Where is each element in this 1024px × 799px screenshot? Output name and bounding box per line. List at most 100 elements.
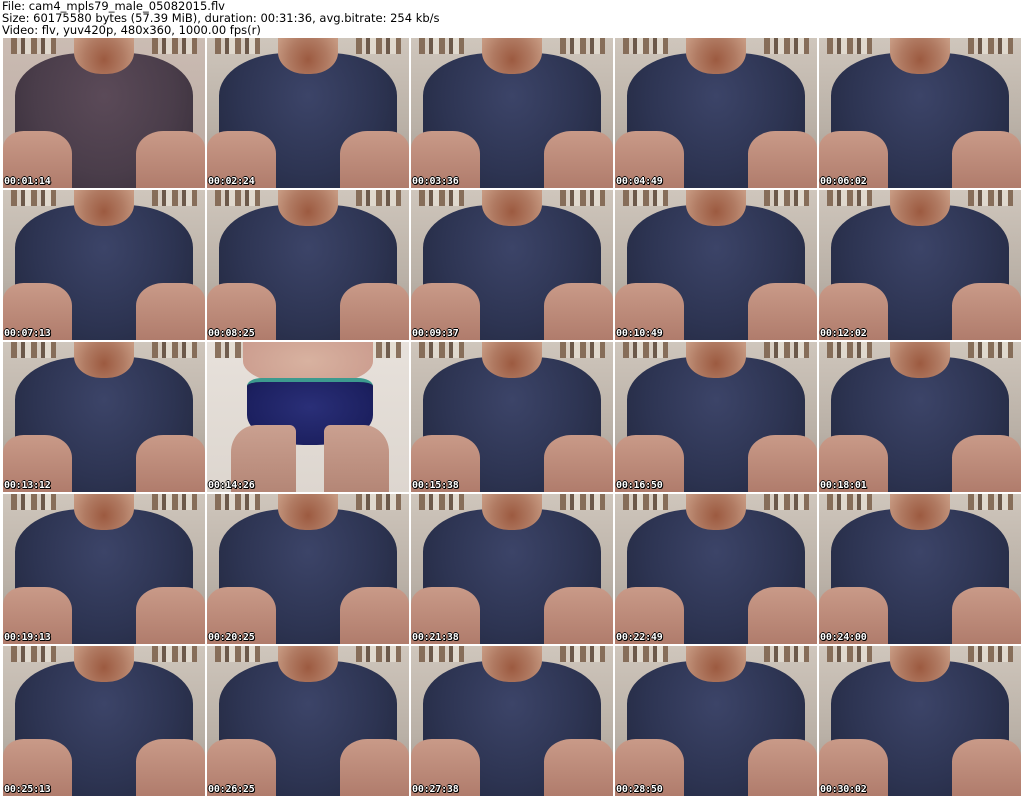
video-thumbnail: 00:25:13 <box>3 646 205 796</box>
person-arm <box>136 131 205 188</box>
shelf-decor <box>11 646 56 662</box>
shelf-decor <box>764 38 809 54</box>
shelf-decor <box>11 190 56 206</box>
timestamp-label: 00:19:13 <box>4 632 51 643</box>
person-arm <box>952 131 1021 188</box>
shelf-decor <box>356 38 401 54</box>
video-thumbnail: 00:06:02 <box>819 38 1021 188</box>
person-arm <box>748 283 817 340</box>
timestamp-label: 00:13:12 <box>4 480 51 491</box>
shelf-decor <box>419 38 464 54</box>
timestamp-label: 00:12:02 <box>820 328 867 339</box>
timestamp-label: 00:03:36 <box>412 176 459 187</box>
video-thumbnail: 00:12:02 <box>819 190 1021 340</box>
timestamp-label: 00:07:13 <box>4 328 51 339</box>
person-arm <box>748 739 817 796</box>
shelf-decor <box>11 494 56 510</box>
timestamp-label: 00:27:38 <box>412 784 459 795</box>
shelf-decor <box>764 494 809 510</box>
timestamp-label: 00:26:25 <box>208 784 255 795</box>
timestamp-label: 00:08:25 <box>208 328 255 339</box>
video-thumbnail: 00:18:01 <box>819 342 1021 492</box>
person-arm <box>952 587 1021 644</box>
shelf-decor <box>560 190 605 206</box>
shelf-decor <box>764 190 809 206</box>
shelf-decor <box>968 646 1013 662</box>
person-arm <box>136 435 205 492</box>
person-arm <box>544 131 613 188</box>
timestamp-label: 00:20:25 <box>208 632 255 643</box>
shelf-decor <box>560 342 605 358</box>
person-arm <box>544 283 613 340</box>
video-thumbnail: 00:09:37 <box>411 190 613 340</box>
timestamp-label: 00:24:00 <box>820 632 867 643</box>
timestamp-label: 00:22:49 <box>616 632 663 643</box>
person-arm <box>544 435 613 492</box>
shelf-decor <box>968 342 1013 358</box>
video-thumbnail: 00:20:25 <box>207 494 409 644</box>
shelf-decor <box>11 38 56 54</box>
shelf-decor <box>623 342 668 358</box>
shelf-decor <box>152 190 197 206</box>
person-arm <box>952 283 1021 340</box>
timestamp-label: 00:02:24 <box>208 176 255 187</box>
timestamp-label: 00:18:01 <box>820 480 867 491</box>
person-arm <box>136 587 205 644</box>
person-arm <box>340 587 409 644</box>
shelf-decor <box>356 190 401 206</box>
person-arm <box>952 739 1021 796</box>
shelf-decor <box>827 342 872 358</box>
video-thumbnail: 00:07:13 <box>3 190 205 340</box>
timestamp-label: 00:04:49 <box>616 176 663 187</box>
video-thumbnail: 00:22:49 <box>615 494 817 644</box>
shelf-decor <box>968 38 1013 54</box>
shelf-decor <box>152 38 197 54</box>
shelf-decor <box>827 190 872 206</box>
person-arm <box>748 131 817 188</box>
timestamp-label: 00:14:26 <box>208 480 255 491</box>
shelf-decor <box>419 646 464 662</box>
timestamp-label: 00:21:38 <box>412 632 459 643</box>
video-thumbnail: 00:13:12 <box>3 342 205 492</box>
shelf-decor <box>623 646 668 662</box>
person-arm <box>136 283 205 340</box>
timestamp-label: 00:25:13 <box>4 784 51 795</box>
video-thumbnail: 00:15:38 <box>411 342 613 492</box>
shelf-decor <box>215 646 260 662</box>
person-arm <box>952 435 1021 492</box>
shelf-decor <box>764 342 809 358</box>
video-info-line: Video: flv, yuv420p, 480x360, 1000.00 fp… <box>2 23 261 37</box>
video-thumbnail: 00:24:00 <box>819 494 1021 644</box>
shelf-decor <box>623 38 668 54</box>
video-thumbnail: 00:01:14 <box>3 38 205 188</box>
shelf-decor <box>356 494 401 510</box>
person-arm <box>544 587 613 644</box>
video-thumbnail: 00:16:50 <box>615 342 817 492</box>
shelf-decor <box>419 494 464 510</box>
shelf-decor <box>11 342 56 358</box>
shelf-decor <box>215 494 260 510</box>
shelf-decor <box>764 646 809 662</box>
person-arm <box>544 739 613 796</box>
video-thumbnail: 00:02:24 <box>207 38 409 188</box>
person-arm <box>340 131 409 188</box>
video-thumbnail: 00:21:38 <box>411 494 613 644</box>
shelf-decor <box>419 342 464 358</box>
person-arm <box>340 739 409 796</box>
person-arm <box>748 435 817 492</box>
shelf-decor <box>215 38 260 54</box>
shelf-decor <box>560 494 605 510</box>
shelf-decor <box>152 494 197 510</box>
shelf-decor <box>623 190 668 206</box>
video-thumbnail: 00:26:25 <box>207 646 409 796</box>
video-thumbnail: 00:10:49 <box>615 190 817 340</box>
shelf-decor <box>827 494 872 510</box>
person-arm <box>136 739 205 796</box>
timestamp-label: 00:15:38 <box>412 480 459 491</box>
timestamp-label: 00:09:37 <box>412 328 459 339</box>
shelf-decor <box>827 646 872 662</box>
person-arm <box>748 587 817 644</box>
person-leg <box>324 424 389 492</box>
timestamp-label: 00:10:49 <box>616 328 663 339</box>
shelf-decor <box>623 494 668 510</box>
